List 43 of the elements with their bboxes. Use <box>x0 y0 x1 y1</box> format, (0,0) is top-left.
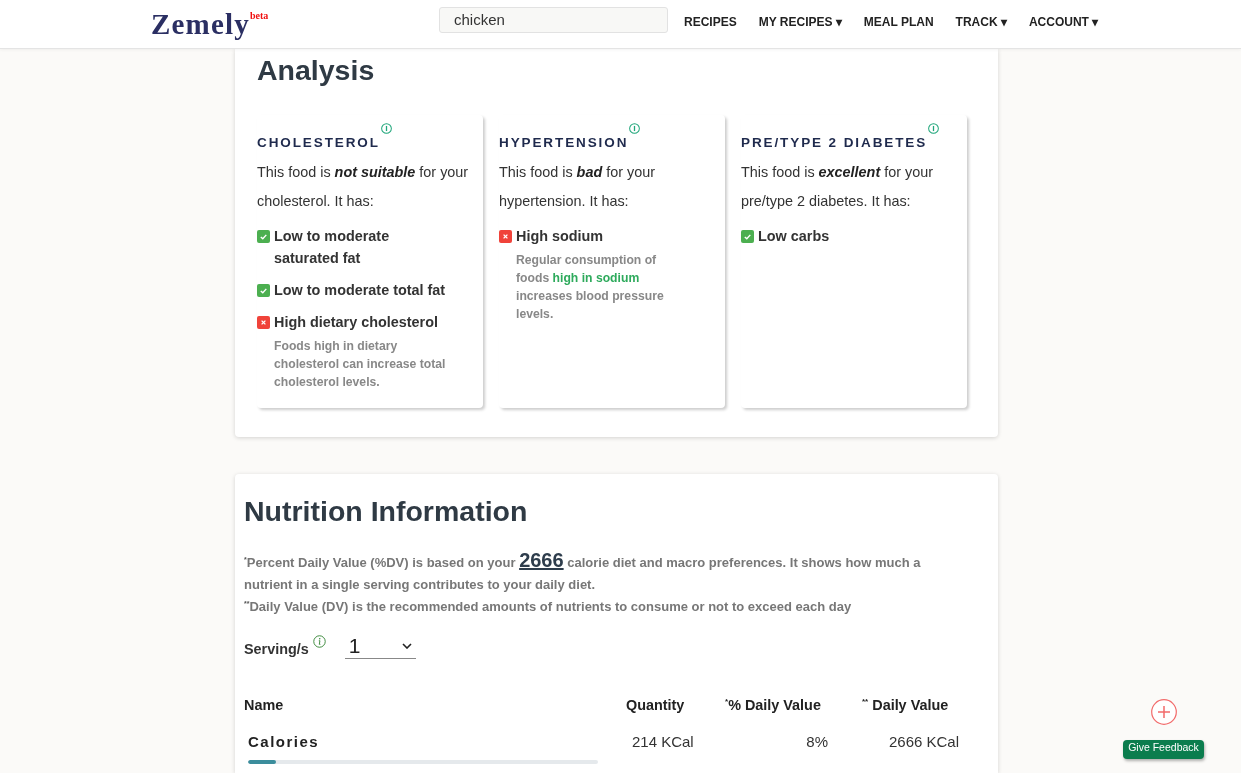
condition-title: HYPERTENSION <box>499 134 629 152</box>
column-header: $^{*}$% Daily Value <box>725 696 822 715</box>
info-icon[interactable] <box>312 635 326 648</box>
section-title: Nutrition Information <box>244 494 529 528</box>
factor-note: Foods high in dietary cholesterol can increase total cholesterol levels. <box>274 338 447 391</box>
factor-label: Low to moderate saturated fat <box>274 227 391 268</box>
verdict-text: This food is not suitable for your cholesterol. It has: <box>257 163 470 211</box>
servings-select[interactable]: 1 <box>344 634 416 659</box>
table-cell-text: 214 KCal <box>631 732 695 752</box>
plus-circle-icon[interactable] <box>1151 699 1177 725</box>
nav-link[interactable]: TRACK ▾ <box>944 15 1018 29</box>
verdict-text: This food is bad for your hypertension. It has: <box>499 163 656 211</box>
beta-label: beta <box>250 9 269 21</box>
section-title: Analysis <box>257 53 376 87</box>
logo[interactable]: Zemely <box>151 6 250 41</box>
condition-title: PRE/TYPE 2 DIABETES <box>741 134 928 152</box>
search-field[interactable]: chicken <box>439 6 668 33</box>
calorie-target-link[interactable]: 2666 <box>519 549 564 571</box>
table-cell-text: 2666 KCal <box>888 732 961 752</box>
feedback-button[interactable]: Give Feedback <box>1123 740 1204 759</box>
factor-label: Low carbs <box>758 227 830 246</box>
nav-link[interactable]: MEAL PLAN <box>852 15 945 29</box>
info-icon[interactable] <box>380 123 392 134</box>
nav-link[interactable]: ACCOUNT ▾ <box>1017 15 1110 29</box>
info-icon[interactable] <box>629 123 641 134</box>
footnote-text: $^{**}$Daily Value (DV) is the recommended amounts of nutrients to consume or not to exceed each day <box>244 598 853 616</box>
footnote-text: $^{*}$Percent Daily Value (%DV) is based on your 2666 calorie diet and macro preferences. It shows how much a nutrient in a single serving contributes to your daily diet. <box>244 550 922 594</box>
factor-label: High dietary cholesterol <box>274 313 439 332</box>
column-header: Quantity <box>626 696 686 715</box>
nav-link[interactable]: MY RECIPES ▾ <box>747 15 853 29</box>
info-icon[interactable] <box>928 123 940 134</box>
nav-link[interactable]: RECIPES <box>673 15 748 29</box>
factor-note: Regular consumption of foods high in sodium increases blood pressure levels. <box>516 252 665 323</box>
table-cell-text: 8% <box>805 732 829 752</box>
factor-label: High sodium <box>516 227 605 246</box>
factor-label: Low to moderate total fat <box>274 281 446 300</box>
servings-label: Serving/s <box>244 640 309 658</box>
column-header: $^{**}$ Daily Value <box>862 696 950 715</box>
column-header: Name <box>244 696 285 715</box>
chevron-down-icon <box>401 643 412 649</box>
condition-title: CHOLESTEROL <box>257 134 380 152</box>
verdict-text: This food is excellent for your pre/type 2 diabetes. It has: <box>741 163 934 211</box>
nutrient-name: Calories <box>247 732 321 752</box>
